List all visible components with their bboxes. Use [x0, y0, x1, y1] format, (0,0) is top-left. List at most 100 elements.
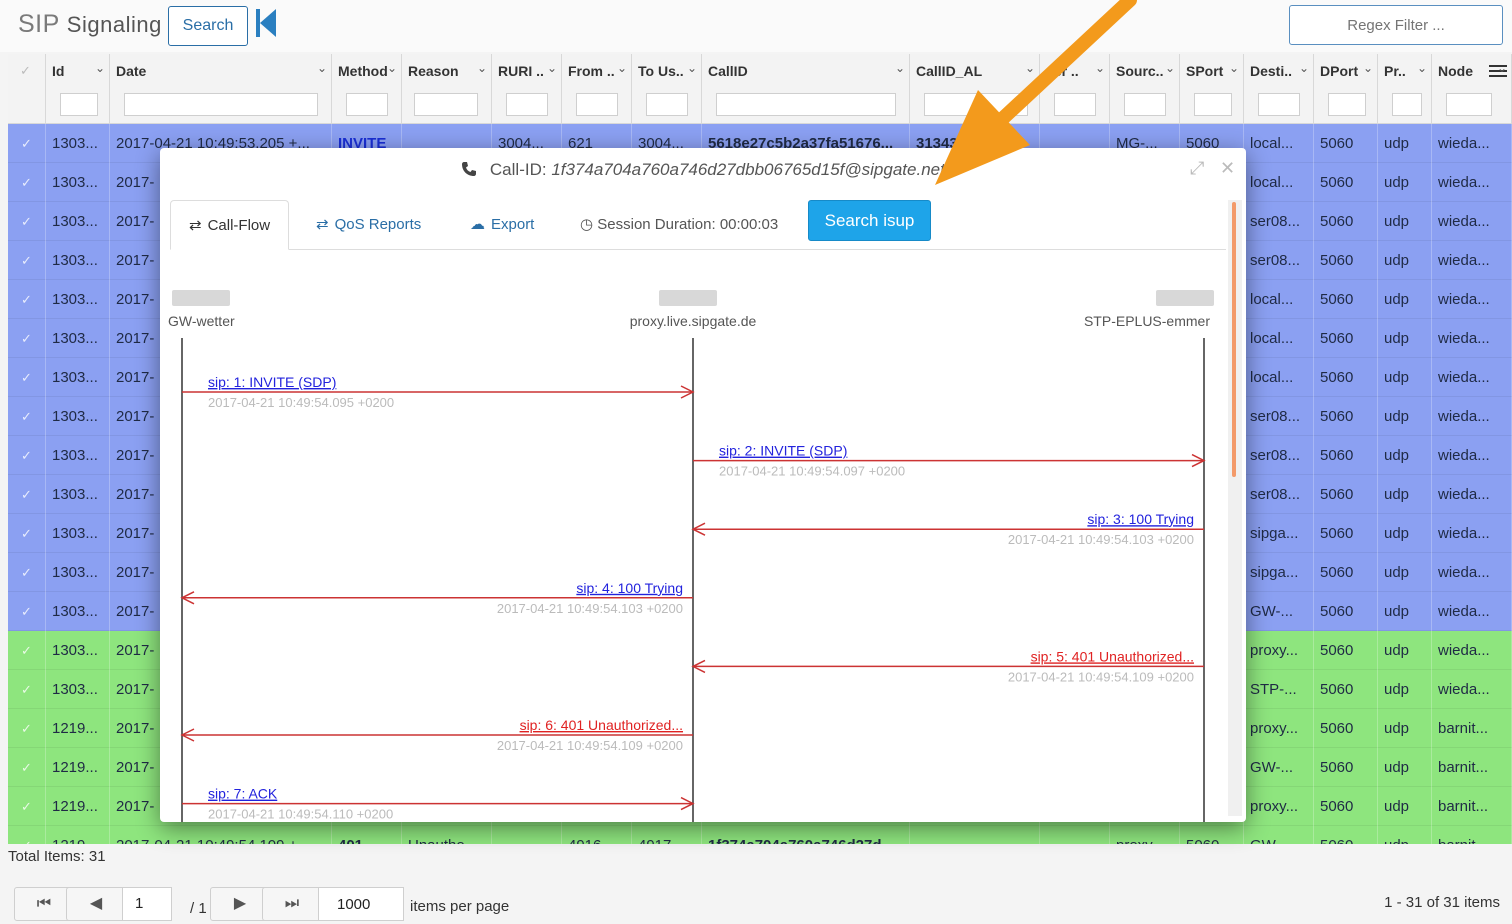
regex-filter-input[interactable]	[1289, 5, 1503, 45]
column-filter-input[interactable]	[1124, 93, 1166, 116]
row-checkbox[interactable]: ✓	[8, 748, 46, 787]
tab-qos-reports[interactable]: ⇄ QoS Reports	[316, 200, 421, 250]
column-header-15[interactable]: Node ⌄	[1432, 54, 1512, 124]
tab-export[interactable]: ☁ Export	[470, 200, 534, 250]
table-row[interactable]: ✓1219...2017-04-21 10:49:54.109 +...401U…	[8, 826, 1512, 844]
last-page-button[interactable]: ⏭	[262, 887, 322, 921]
prev-page-button[interactable]: ◀	[66, 887, 126, 921]
flow-message-label[interactable]: sip: 6: 401 Unauthorized...	[520, 717, 683, 733]
chevron-down-icon[interactable]: ⌄	[477, 61, 487, 75]
row-checkbox[interactable]: ✓	[8, 787, 46, 826]
page-size-select[interactable]: 1000	[318, 887, 404, 921]
column-filter-input[interactable]	[1054, 93, 1096, 116]
flow-message-label[interactable]: sip: 3: 100 Trying	[1087, 511, 1194, 527]
column-filter-input[interactable]	[1392, 93, 1422, 116]
chevron-down-icon[interactable]: ⌄	[687, 61, 697, 75]
flow-message-label[interactable]: sip: 5: 401 Unauthorized...	[1031, 648, 1194, 664]
column-filter-input[interactable]	[576, 93, 618, 116]
expand-icon[interactable]: ⤢	[1190, 158, 1204, 179]
flow-message[interactable]: sip: 1: INVITE (SDP) 2017-04-21 10:49:54.…	[182, 374, 695, 410]
column-filter-input[interactable]	[924, 93, 1028, 116]
column-header-14[interactable]: Pr.. ⌄	[1378, 54, 1432, 124]
flow-message[interactable]: sip: 3: 100 Trying 2017-04-21 10:49:54.10…	[691, 511, 1204, 547]
modal-scrollbar[interactable]	[1228, 200, 1242, 816]
column-header-10[interactable]: Sourc.. ⌄	[1110, 54, 1180, 124]
row-checkbox[interactable]: ✓	[8, 319, 46, 358]
column-header-7[interactable]: CallID ⌄	[702, 54, 910, 124]
chevron-down-icon[interactable]: ⌄	[1165, 61, 1175, 75]
flow-message[interactable]: sip: 6: 401 Unauthorized... 2017-04-21 10…	[180, 717, 693, 753]
row-checkbox[interactable]: ✓	[8, 163, 46, 202]
chevron-down-icon[interactable]: ⌄	[1299, 61, 1309, 75]
chevron-down-icon[interactable]: ⌄	[1025, 61, 1035, 75]
column-header-1[interactable]: Date ⌄	[110, 54, 332, 124]
row-checkbox[interactable]: ✓	[8, 358, 46, 397]
row-checkbox[interactable]: ✓	[8, 592, 46, 631]
row-checkbox[interactable]: ✓	[8, 397, 46, 436]
column-filter-input[interactable]	[1446, 93, 1492, 116]
next-page-button[interactable]: ▶	[210, 887, 270, 921]
flow-message[interactable]: sip: 2: INVITE (SDP) 2017-04-21 10:49:54.…	[693, 443, 1206, 479]
chevron-down-icon[interactable]: ⌄	[1497, 61, 1507, 75]
column-filter-input[interactable]	[1258, 93, 1300, 116]
first-page-button[interactable]: ⏮	[14, 887, 74, 921]
column-header-13[interactable]: DPort ⌄	[1314, 54, 1378, 124]
flow-message-label[interactable]: sip: 1: INVITE (SDP)	[208, 374, 336, 390]
chevron-down-icon[interactable]: ⌄	[317, 61, 327, 75]
column-filter-input[interactable]	[1194, 93, 1232, 116]
column-filter-input[interactable]	[124, 93, 318, 116]
chevron-down-icon[interactable]: ⌄	[1363, 61, 1373, 75]
column-filter-input[interactable]	[716, 93, 896, 116]
column-header-9[interactable]: ..er .. ⌄	[1040, 54, 1110, 124]
flow-message-label[interactable]: sip: 4: 100 Trying	[576, 580, 683, 596]
select-all-checkbox[interactable]: ✓	[8, 54, 46, 124]
column-header-0[interactable]: Id ⌄	[46, 54, 110, 124]
column-filter-input[interactable]	[414, 93, 478, 116]
column-filter-input[interactable]	[346, 93, 388, 116]
chevron-down-icon[interactable]: ⌄	[387, 61, 397, 75]
row-checkbox[interactable]: ✓	[8, 514, 46, 553]
chevron-down-icon[interactable]: ⌄	[95, 61, 105, 75]
column-header-11[interactable]: SPort ⌄	[1180, 54, 1244, 124]
column-header-4[interactable]: RURI .. ⌄	[492, 54, 562, 124]
flow-message-label[interactable]: sip: 7: ACK	[208, 786, 278, 802]
close-icon[interactable]: ✕	[1220, 158, 1235, 179]
skip-back-icon[interactable]	[254, 6, 278, 40]
column-header-5[interactable]: From .. ⌄	[562, 54, 632, 124]
column-header-6[interactable]: To Us.. ⌄	[632, 54, 702, 124]
chevron-down-icon[interactable]: ⌄	[617, 61, 627, 75]
flow-message[interactable]: sip: 4: 100 Trying 2017-04-21 10:49:54.10…	[180, 580, 693, 616]
row-checkbox[interactable]: ✓	[8, 709, 46, 748]
column-header-12[interactable]: Desti.. ⌄	[1244, 54, 1314, 124]
column-header-3[interactable]: Reason ⌄	[402, 54, 492, 124]
row-checkbox[interactable]: ✓	[8, 475, 46, 514]
row-checkbox[interactable]: ✓	[8, 241, 46, 280]
row-checkbox[interactable]: ✓	[8, 436, 46, 475]
search-button[interactable]: Search	[168, 6, 248, 46]
search-isup-button[interactable]: Search isup	[808, 200, 931, 241]
row-checkbox[interactable]: ✓	[8, 670, 46, 709]
row-checkbox[interactable]: ✓	[8, 553, 46, 592]
column-header-8[interactable]: CallID_AL ⌄	[910, 54, 1040, 124]
chevron-down-icon[interactable]: ⌄	[547, 61, 557, 75]
page-input[interactable]: 1	[122, 887, 172, 921]
row-checkbox[interactable]: ✓	[8, 202, 46, 241]
column-filter-input[interactable]	[646, 93, 688, 116]
row-checkbox[interactable]: ✓	[8, 631, 46, 670]
column-filter-input[interactable]	[506, 93, 548, 116]
row-checkbox[interactable]: ✓	[8, 280, 46, 319]
chevron-down-icon[interactable]: ⌄	[895, 61, 905, 75]
column-filter-input[interactable]	[1328, 93, 1366, 116]
column-header-2[interactable]: Method ⌄	[332, 54, 402, 124]
flow-message[interactable]: sip: 7: ACK 2017-04-21 10:49:54.110 +0200	[182, 786, 695, 822]
chevron-down-icon[interactable]: ⌄	[1095, 61, 1105, 75]
tab-call-flow[interactable]: ⇄ Call-Flow	[170, 200, 290, 250]
chevron-down-icon[interactable]: ⌄	[1417, 61, 1427, 75]
pagination-range: 1 - 31 of 31 items	[1384, 894, 1500, 911]
column-filter-input[interactable]	[60, 93, 98, 116]
row-checkbox[interactable]: ✓	[8, 124, 46, 163]
flow-message-label[interactable]: sip: 2: INVITE (SDP)	[719, 443, 847, 459]
chevron-down-icon[interactable]: ⌄	[1229, 61, 1239, 75]
flow-message[interactable]: sip: 5: 401 Unauthorized... 2017-04-21 10…	[691, 648, 1204, 684]
row-checkbox[interactable]: ✓	[8, 826, 46, 844]
